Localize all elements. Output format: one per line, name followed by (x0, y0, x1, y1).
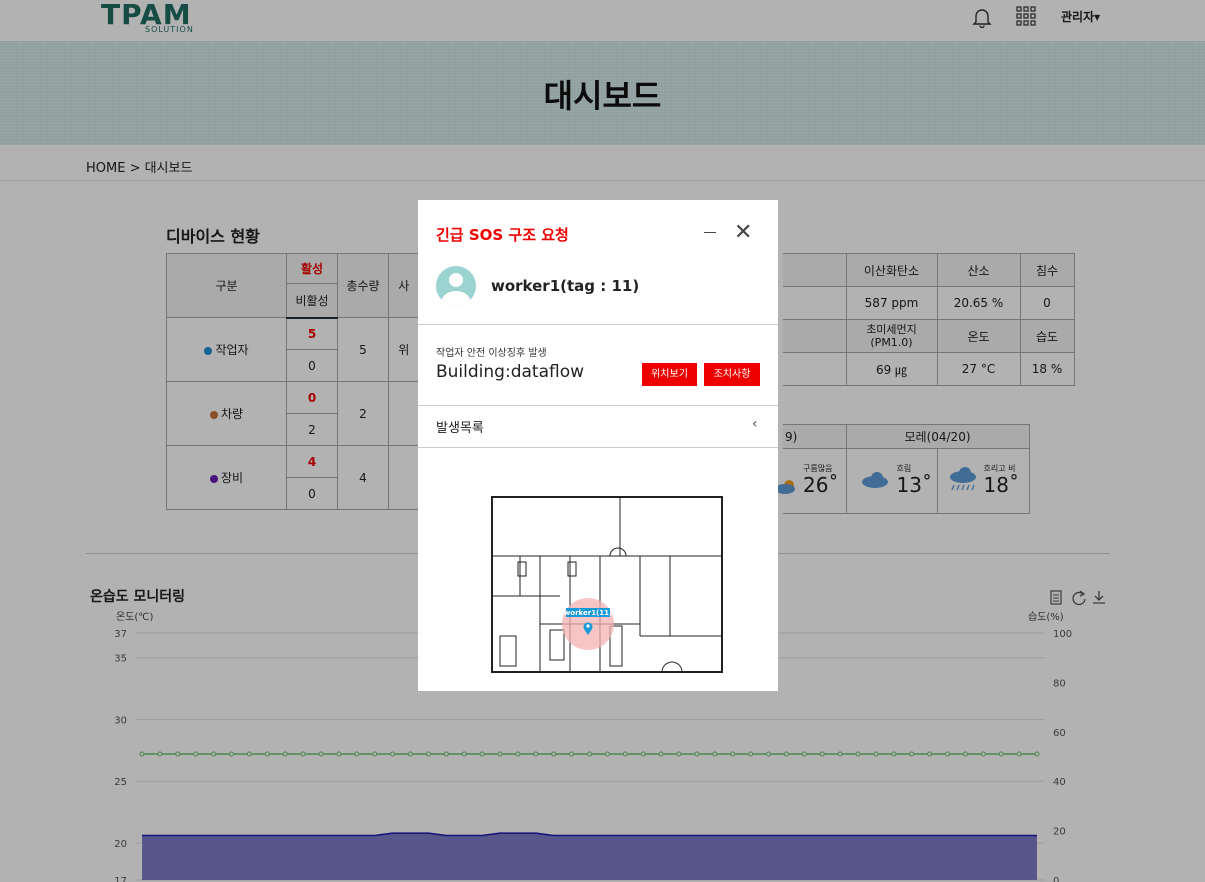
divider (418, 324, 778, 325)
alert-subtitle: 작업자 안전 이상징후 발생 (436, 348, 547, 359)
worker-name: worker1(tag : 11) (491, 277, 640, 295)
alert-location: Building:dataflow (436, 362, 584, 382)
minimize-icon[interactable] (704, 232, 716, 233)
avatar (436, 266, 476, 306)
floor-plan-map[interactable]: worker1(11) (490, 496, 724, 674)
close-icon[interactable]: ✕ (734, 222, 752, 244)
divider (418, 405, 778, 406)
chevron-left-icon[interactable]: ‹ (752, 416, 758, 432)
view-location-button[interactable]: 위치보기 (642, 363, 697, 386)
modal-title: 긴급 SOS 구조 요청 (436, 226, 569, 244)
action-button[interactable]: 조치사항 (704, 363, 760, 386)
worker-marker-text: worker1(11) (564, 609, 612, 617)
divider (418, 447, 778, 448)
sos-modal: 긴급 SOS 구조 요청 ✕ worker1(tag : 11) 작업자 안전 … (418, 200, 778, 691)
event-list-label: 발생목록 (436, 421, 484, 436)
